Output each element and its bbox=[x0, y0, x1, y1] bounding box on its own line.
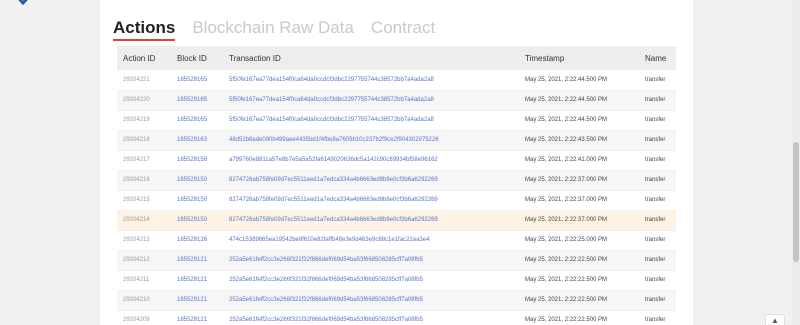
timestamp-cell: May 25, 2021, 2:22:44.500 PM bbox=[519, 110, 639, 131]
transaction-id-link[interactable]: 5f50fe167ea77dea154f0ca64da0ccdcf3dbc229… bbox=[223, 90, 519, 111]
table-row[interactable]: 29204215 185529150 8274726ab758fe09d7ec551… bbox=[117, 190, 676, 211]
table-row[interactable]: 29204217 185529158 a799760e8811a57e8b7e5a5… bbox=[117, 150, 676, 171]
block-id-link[interactable]: 185529158 bbox=[171, 150, 223, 171]
timestamp-cell: May 25, 2021, 2:22:22.500 PM bbox=[519, 250, 639, 271]
table-row[interactable]: 29204219 185529165 5f50fe167ea77dea154f0ca… bbox=[117, 110, 676, 131]
timestamp-cell: May 25, 2021, 2:22:44.500 PM bbox=[519, 90, 639, 111]
transaction-id-link[interactable]: 252a5e61feff2cc3e266f321f32f866def069d54… bbox=[223, 270, 519, 291]
table-row[interactable]: 29204212 185529121 252a5e61feff2cc3e266f32… bbox=[117, 250, 676, 271]
scroll-to-top-button[interactable]: ▲ bbox=[765, 314, 785, 325]
timestamp-cell: May 25, 2021, 2:22:43.500 PM bbox=[519, 130, 639, 151]
transaction-id-link[interactable]: 8274726ab758fe09d7ec5511eed1a7edca334a4b… bbox=[223, 170, 519, 191]
transaction-id-link[interactable]: 474c15389665ea19542be8f610e82faffb48e3e9… bbox=[223, 230, 519, 251]
transaction-id-link[interactable]: 5f50fe167ea77dea154f0ca64da0ccdcf3dbc229… bbox=[223, 70, 519, 91]
transaction-id-link[interactable]: 8274726ab758fe09d7ec5511eed1a7edca334a4b… bbox=[223, 190, 519, 211]
timestamp-cell: May 25, 2021, 2:22:22.500 PM bbox=[519, 270, 639, 291]
table-header-row: Action ID Block ID Transaction ID Timest… bbox=[117, 46, 676, 70]
block-id-link[interactable]: 185529163 bbox=[171, 130, 223, 151]
table-row[interactable]: 29204214 185529150 8274726ab758fe09d7ec551… bbox=[117, 210, 676, 231]
action-id-cell: 29204217 bbox=[117, 150, 171, 171]
table-row[interactable]: 29204220 185529165 5f50fe167ea77dea154f0ca… bbox=[117, 90, 676, 111]
header-block-id: Block ID bbox=[177, 53, 207, 63]
action-name-cell: transfer bbox=[639, 270, 676, 291]
timestamp-cell: May 25, 2021, 2:22:44.500 PM bbox=[519, 70, 639, 91]
transaction-id-link[interactable]: 5f50fe167ea77dea154f0ca64da0ccdcf3dbc229… bbox=[223, 110, 519, 131]
action-id-cell: 29204220 bbox=[117, 90, 171, 111]
timestamp-cell: May 25, 2021, 2:22:37.000 PM bbox=[519, 170, 639, 191]
action-name-cell: transfer bbox=[639, 230, 676, 251]
tab-actions[interactable]: Actions bbox=[113, 18, 176, 41]
table-row[interactable]: 29204209 185529121 252a5e61feff2cc3e266f32… bbox=[117, 310, 676, 325]
action-name-cell: transfer bbox=[639, 310, 676, 325]
transaction-id-link[interactable]: 8274726ab758fe09d7ec5511eed1a7edca334a4b… bbox=[223, 210, 519, 231]
header-name: Name bbox=[645, 53, 667, 63]
block-id-link[interactable]: 185529150 bbox=[171, 170, 223, 191]
action-name-cell: transfer bbox=[639, 210, 676, 231]
action-name-cell: transfer bbox=[639, 150, 676, 171]
action-id-cell: 29204221 bbox=[117, 70, 171, 91]
block-id-link[interactable]: 185529126 bbox=[171, 230, 223, 251]
table-row[interactable]: 29204210 185529121 252a5e61feff2cc3e266f32… bbox=[117, 290, 676, 311]
action-id-cell: 29204214 bbox=[117, 210, 171, 231]
action-id-cell: 29204211 bbox=[117, 270, 171, 291]
timestamp-cell: May 25, 2021, 2:22:37.000 PM bbox=[519, 210, 639, 231]
transaction-id-link[interactable]: 48d52b8ade090b499aee4435bd1f4fbe8a7609b1… bbox=[223, 130, 519, 151]
brand-logo-icon[interactable] bbox=[10, 0, 36, 5]
tab-blockchain-raw-data[interactable]: Blockchain Raw Data bbox=[192, 18, 354, 38]
block-id-link[interactable]: 185529121 bbox=[171, 290, 223, 311]
table-row[interactable]: 29204213 185529126 474c15389665ea19542be8f… bbox=[117, 230, 676, 251]
action-id-cell: 29204218 bbox=[117, 130, 171, 151]
block-id-link[interactable]: 185529165 bbox=[171, 90, 223, 111]
scrollbar-thumb[interactable] bbox=[793, 142, 799, 262]
block-id-link[interactable]: 185529150 bbox=[171, 210, 223, 231]
table-row[interactable]: 29204211 185529121 252a5e61feff2cc3e266f32… bbox=[117, 270, 676, 291]
block-id-link[interactable]: 185529165 bbox=[171, 110, 223, 131]
action-name-cell: transfer bbox=[639, 110, 676, 131]
content-panel: Actions Blockchain Raw Data Contract Act… bbox=[100, 0, 693, 325]
timestamp-cell: May 25, 2021, 2:22:22.500 PM bbox=[519, 290, 639, 311]
timestamp-cell: May 25, 2021, 2:22:25.000 PM bbox=[519, 230, 639, 251]
chevron-up-icon: ▲ bbox=[771, 316, 779, 325]
block-id-link[interactable]: 185529165 bbox=[171, 70, 223, 91]
transaction-id-link[interactable]: 252a5e61feff2cc3e266f321f32f866def069d54… bbox=[223, 250, 519, 271]
action-id-cell: 29204219 bbox=[117, 110, 171, 131]
block-id-link[interactable]: 185529121 bbox=[171, 310, 223, 325]
tab-bar: Actions Blockchain Raw Data Contract bbox=[113, 14, 452, 41]
table-row[interactable]: 29204216 185529150 8274726ab758fe09d7ec551… bbox=[117, 170, 676, 191]
action-name-cell: transfer bbox=[639, 90, 676, 111]
table-row[interactable]: 29204218 185529163 48d52b8ade090b499aee443… bbox=[117, 130, 676, 151]
action-id-cell: 29204215 bbox=[117, 190, 171, 211]
header-action-id: Action ID bbox=[123, 53, 156, 63]
block-id-link[interactable]: 185529121 bbox=[171, 270, 223, 291]
header-timestamp: Timestamp bbox=[525, 53, 565, 63]
action-id-cell: 29204216 bbox=[117, 170, 171, 191]
action-id-cell: 29204213 bbox=[117, 230, 171, 251]
action-id-cell: 29204212 bbox=[117, 250, 171, 271]
transaction-id-link[interactable]: a799760e8811a57e8b7e5a5a52fa6149020636dc… bbox=[223, 150, 519, 171]
action-name-cell: transfer bbox=[639, 130, 676, 151]
action-id-cell: 29204210 bbox=[117, 290, 171, 311]
timestamp-cell: May 25, 2021, 2:22:37.000 PM bbox=[519, 190, 639, 211]
block-id-link[interactable]: 185529150 bbox=[171, 190, 223, 211]
timestamp-cell: May 25, 2021, 2:22:41.000 PM bbox=[519, 150, 639, 171]
action-name-cell: transfer bbox=[639, 190, 676, 211]
action-name-cell: transfer bbox=[639, 290, 676, 311]
transaction-id-link[interactable]: 252a5e61feff2cc3e266f321f32f866def069d54… bbox=[223, 290, 519, 311]
table-row[interactable]: 29204221 185529165 5f50fe167ea77dea154f0ca… bbox=[117, 70, 676, 91]
actions-table: Action ID Block ID Transaction ID Timest… bbox=[117, 46, 676, 325]
transaction-id-link[interactable]: 252a5e61feff2cc3e266f321f32f866def069d54… bbox=[223, 310, 519, 325]
timestamp-cell: May 25, 2021, 2:22:22.500 PM bbox=[519, 310, 639, 325]
action-name-cell: transfer bbox=[639, 70, 676, 91]
action-id-cell: 29204209 bbox=[117, 310, 171, 325]
block-id-link[interactable]: 185529121 bbox=[171, 250, 223, 271]
action-name-cell: transfer bbox=[639, 250, 676, 271]
tab-contract[interactable]: Contract bbox=[371, 18, 435, 38]
header-transaction-id: Transaction ID bbox=[229, 53, 281, 63]
action-name-cell: transfer bbox=[639, 170, 676, 191]
